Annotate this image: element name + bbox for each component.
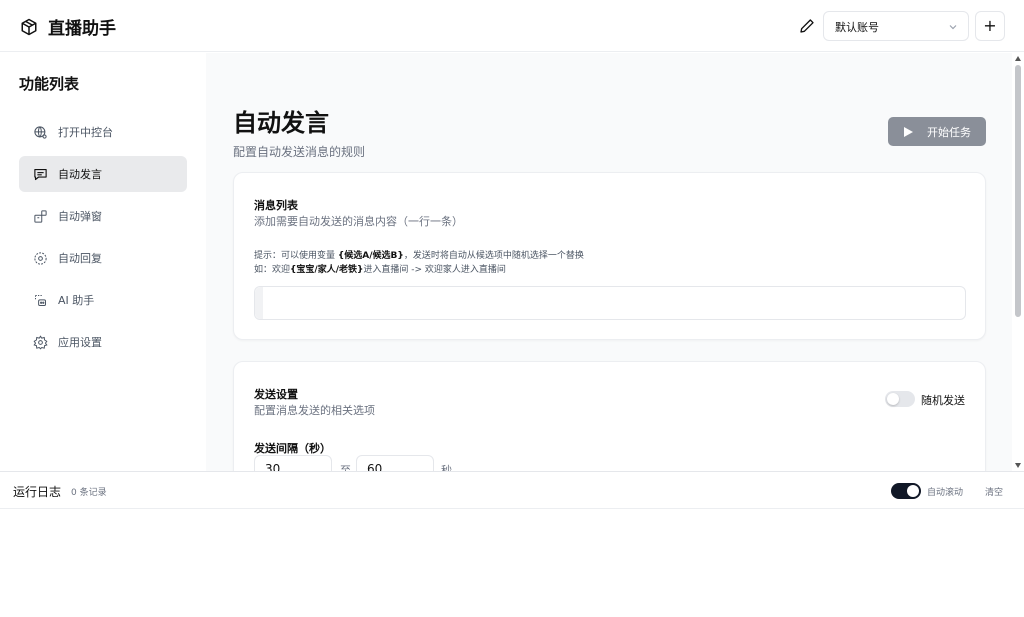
main-scrollbar[interactable] — [1012, 53, 1024, 471]
interval-unit-label: 秒 — [441, 464, 452, 471]
sidebar-item-auto-reply[interactable]: 自动回复 — [19, 240, 187, 276]
add-account-button[interactable]: + — [975, 11, 1005, 41]
sidebar-title: 功能列表 — [19, 75, 80, 93]
cube-icon — [21, 18, 37, 35]
sidebar-item-label: 应用设置 — [58, 336, 102, 349]
sidebar-item-auto-message[interactable]: 自动发言 — [19, 156, 187, 192]
package-icon — [34, 209, 47, 223]
main-content: 自动发言 配置自动发送消息的规则 开始任务 消息列表 添加需要自动发送的消息内容… — [206, 53, 1012, 471]
page-subtitle: 配置自动发送消息的规则 — [233, 145, 366, 159]
sidebar-item-label: 自动发言 — [58, 168, 102, 181]
sidebar-item-auto-popup[interactable]: 自动弹窗 — [19, 198, 187, 234]
scrollbar-thumb[interactable] — [1015, 65, 1021, 317]
sidebar-item-settings[interactable]: 应用设置 — [19, 324, 187, 360]
auto-scroll-label: 自动滚动 — [927, 488, 964, 498]
sidebar-item-open-console[interactable]: 打开中控台 — [19, 114, 187, 150]
random-send-toggle[interactable] — [885, 391, 915, 407]
sidebar-item-ai-assistant[interactable]: AI 助手 — [19, 282, 187, 318]
account-select-value: 默认账号 — [835, 21, 879, 34]
sidebar-item-label: 打开中控台 — [58, 126, 113, 139]
send-settings-title: 发送设置 — [254, 388, 298, 401]
chevron-down-icon — [949, 25, 957, 30]
message-list-card: 消息列表 添加需要自动发送的消息内容（一行一条） 提示：可以使用变量 {候选A/… — [233, 172, 986, 340]
sidebar-item-label: AI 助手 — [58, 294, 95, 307]
interval-label: 发送间隔（秒） — [254, 442, 331, 455]
page-title: 自动发言 — [233, 109, 329, 137]
start-task-button[interactable]: 开始任务 — [888, 117, 986, 146]
account-select[interactable]: 默认账号 — [823, 11, 969, 41]
pencil-icon[interactable] — [799, 18, 815, 34]
message-textarea[interactable] — [254, 286, 966, 320]
variable-example: 如：欢迎{宝宝/家人/老铁}进入直播间 -> 欢迎家人进入直播间 — [254, 265, 506, 275]
textarea-gutter — [255, 287, 263, 319]
send-settings-desc: 配置消息发送的相关选项 — [254, 404, 375, 417]
variable-hint: 提示：可以使用变量 {候选A/候选B}，发送时将自动从候选项中随机选择一个替换 — [254, 251, 584, 261]
sidebar: 功能列表 打开中控台 自动发言 自动弹窗 自动回复 AI 助手 应用设置 — [0, 53, 206, 471]
app-header: 直播助手 默认账号 + — [0, 0, 1024, 52]
message-list-desc: 添加需要自动发送的消息内容（一行一条） — [254, 215, 463, 228]
clear-log-button[interactable]: 清空 — [985, 485, 1003, 498]
log-count: 0 条记录 — [71, 488, 107, 498]
play-icon — [904, 126, 913, 137]
app-title: 直播助手 — [48, 19, 116, 39]
gear-icon — [33, 334, 48, 349]
globe-icon — [34, 125, 47, 139]
sidebar-item-label: 自动回复 — [58, 252, 102, 265]
log-panel: 运行日志 0 条记录 自动滚动 清空 — [0, 471, 1024, 617]
random-send-label: 随机发送 — [921, 394, 965, 407]
interval-to-label: 至 — [340, 464, 351, 471]
interval-max-input[interactable]: 60 — [356, 455, 434, 471]
scroll-down-arrow-icon[interactable] — [1015, 463, 1021, 468]
brand: 直播助手 — [20, 14, 116, 39]
log-header: 运行日志 0 条记录 自动滚动 清空 — [0, 472, 1024, 509]
log-title: 运行日志 — [13, 485, 62, 499]
bot-icon — [35, 294, 46, 306]
interval-min-input[interactable]: 30 — [254, 455, 332, 471]
scroll-up-arrow-icon[interactable] — [1015, 56, 1021, 61]
sidebar-item-label: 自动弹窗 — [58, 210, 102, 223]
auto-scroll-toggle[interactable] — [891, 483, 921, 499]
message-square-icon — [34, 168, 47, 180]
send-settings-card: 发送设置 配置消息发送的相关选项 随机发送 发送间隔（秒） 30 至 60 秒 — [233, 361, 986, 471]
message-list-title: 消息列表 — [254, 199, 298, 212]
start-task-label: 开始任务 — [927, 125, 971, 139]
message-circle-icon — [34, 251, 47, 265]
